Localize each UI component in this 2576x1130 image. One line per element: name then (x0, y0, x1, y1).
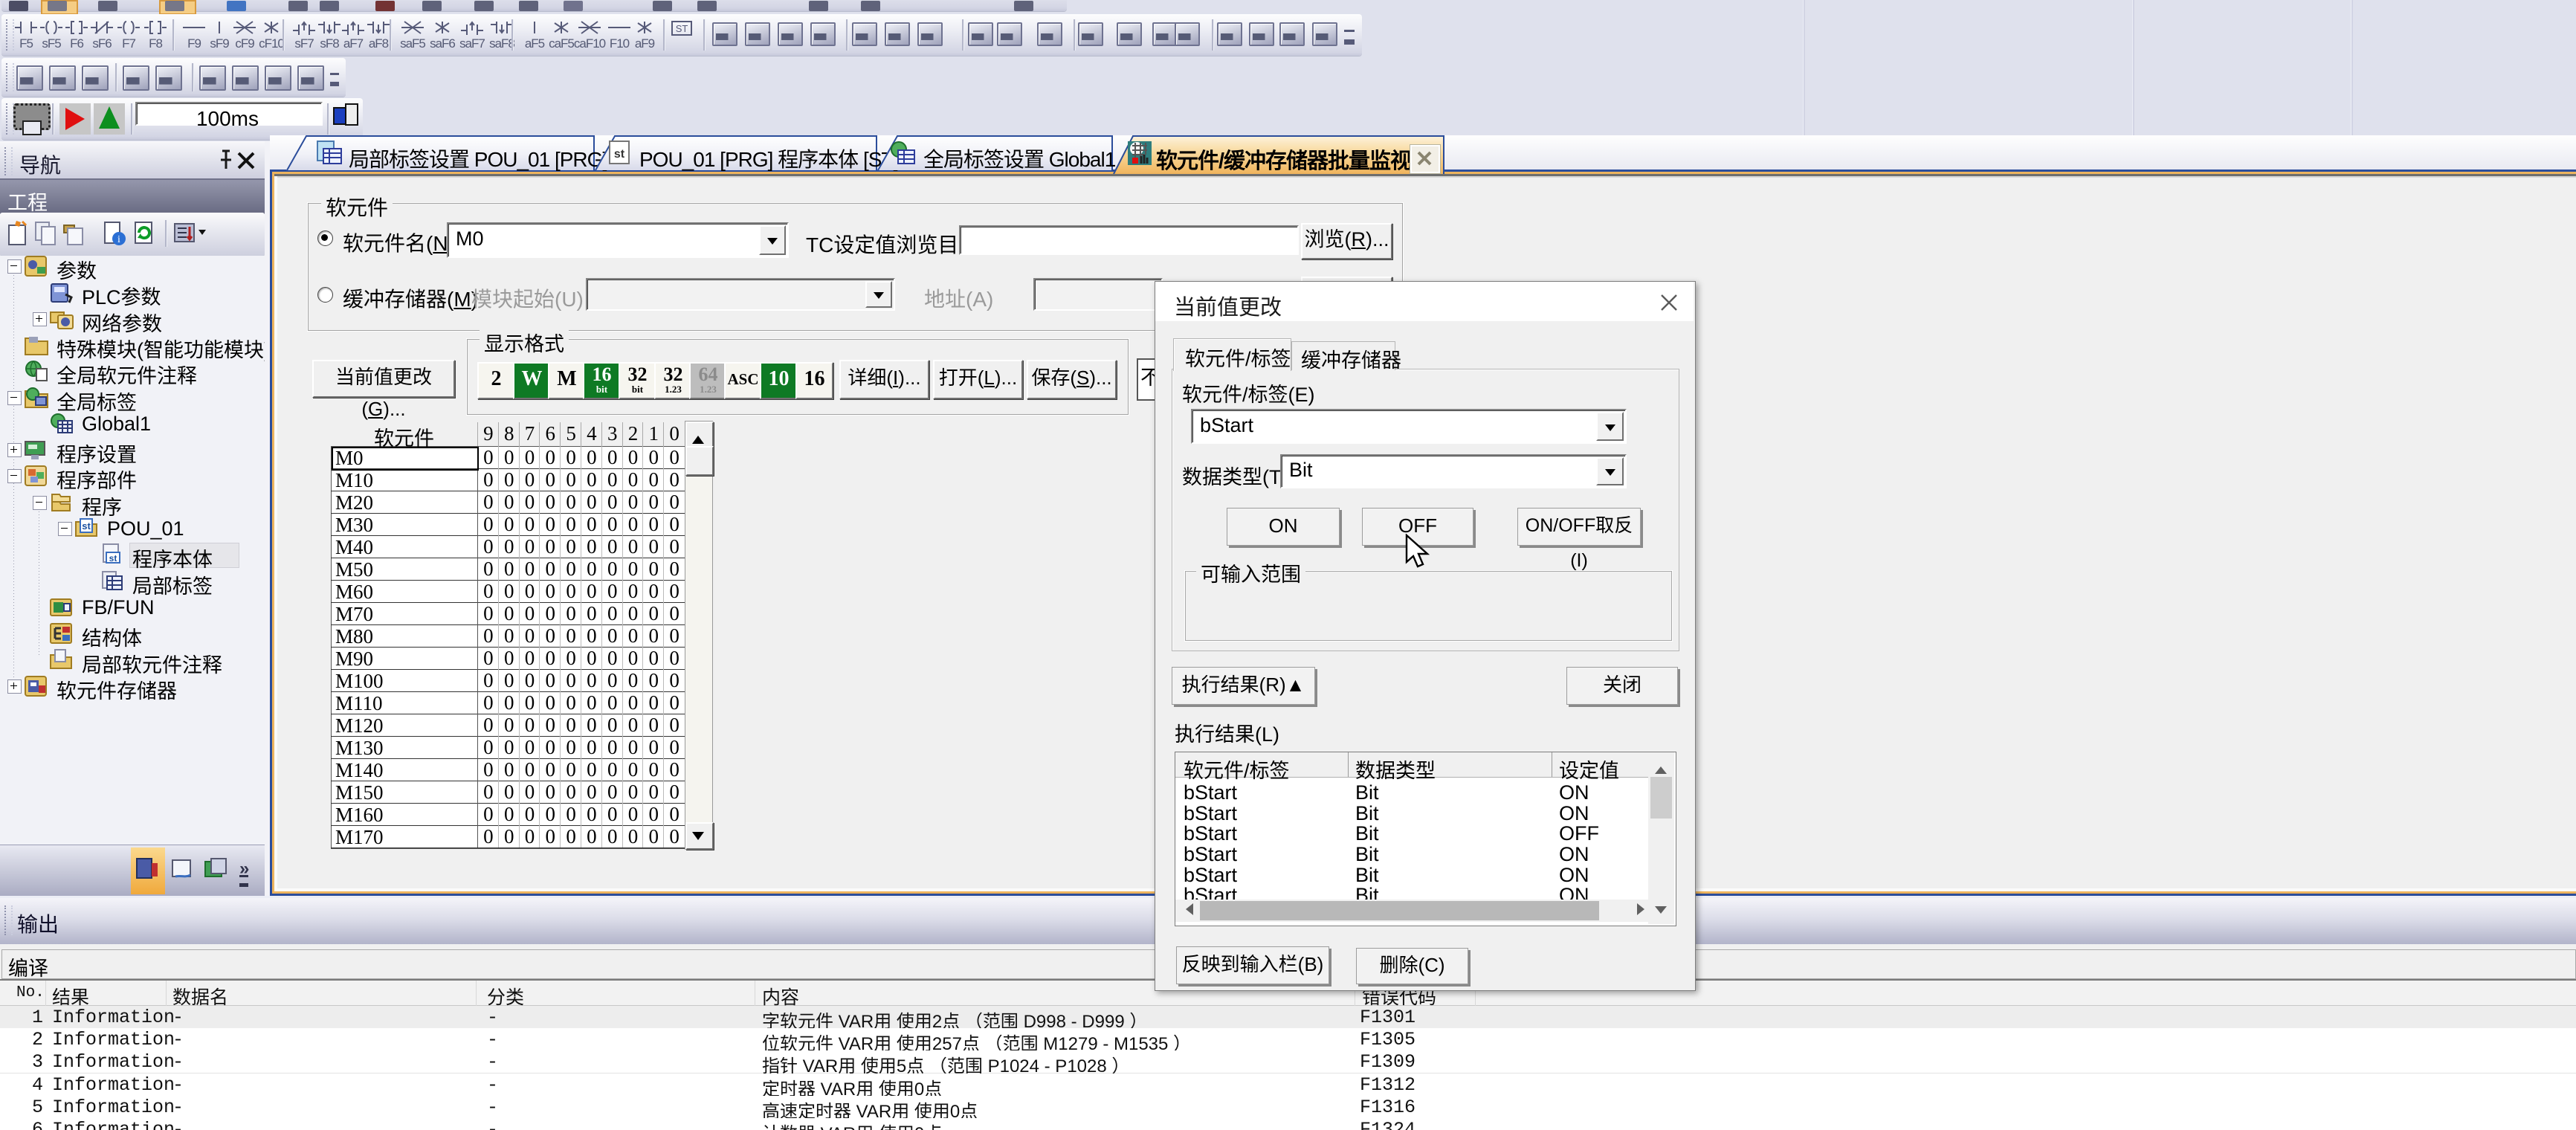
svg-text:st: st (82, 520, 91, 532)
svg-text:ST: ST (676, 23, 688, 34)
svg-text:st: st (109, 553, 117, 564)
svg-text:i: i (117, 234, 120, 245)
svg-text:st: st (614, 148, 625, 161)
